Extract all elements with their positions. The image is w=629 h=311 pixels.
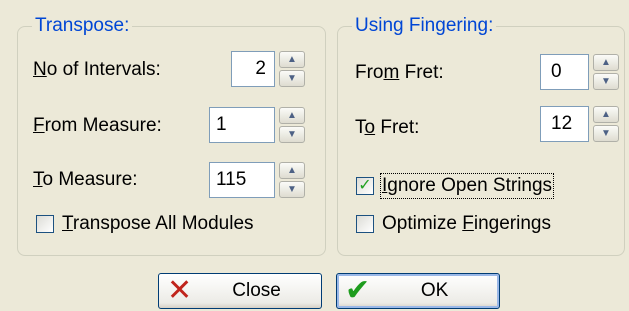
to-measure-spinner: 115 ▲ ▼: [209, 162, 305, 198]
arrow-up-icon: ▲: [287, 164, 297, 176]
optimize-fingerings-label: Optimize Fingerings: [382, 213, 551, 234]
transpose-group-title: Transpose:: [32, 14, 133, 38]
ok-button[interactable]: ✔ OK: [336, 273, 500, 309]
intervals-spinner: 2 ▲ ▼: [231, 51, 305, 87]
transpose-all-modules-checkbox[interactable]: Transpose All Modules: [36, 213, 254, 235]
from-measure-spinner: 1 ▲ ▼: [209, 107, 305, 143]
to-measure-down-button[interactable]: ▼: [279, 181, 305, 198]
from-fret-down-button[interactable]: ▼: [593, 73, 619, 90]
arrow-up-icon: ▲: [287, 109, 297, 121]
close-button-label: Close: [232, 280, 281, 301]
to-fret-input[interactable]: 12: [540, 106, 589, 142]
transpose-all-modules-label: Transpose All Modules: [62, 213, 254, 234]
intervals-down-button[interactable]: ▼: [279, 70, 305, 87]
intervals-input[interactable]: 2: [231, 51, 275, 87]
arrow-down-icon: ▼: [287, 183, 297, 195]
close-button[interactable]: ✕ Close: [158, 273, 322, 309]
to-fret-spinner: 12 ▲ ▼: [540, 106, 619, 142]
fingering-group-title: Using Fingering:: [352, 14, 497, 38]
ignore-open-strings-checkbox[interactable]: ✓ Ignore Open Strings: [356, 173, 555, 199]
close-x-icon: ✕: [167, 274, 193, 307]
from-measure-input[interactable]: 1: [209, 107, 275, 143]
from-measure-up-button[interactable]: ▲: [279, 107, 305, 124]
arrow-down-icon: ▼: [601, 75, 611, 87]
to-fret-label: To Fret:: [355, 117, 420, 138]
to-fret-up-button[interactable]: ▲: [593, 106, 619, 123]
from-fret-input[interactable]: 0: [540, 54, 589, 90]
arrow-down-icon: ▼: [287, 128, 297, 140]
to-measure-input[interactable]: 115: [209, 162, 275, 198]
checkbox-box: [356, 215, 374, 233]
from-fret-label: From Fret:: [355, 62, 444, 83]
to-measure-label: To Measure:: [33, 169, 138, 190]
optimize-fingerings-checkbox[interactable]: Optimize Fingerings: [356, 213, 551, 235]
checkbox-box: [36, 215, 54, 233]
arrow-up-icon: ▲: [601, 56, 611, 68]
arrow-up-icon: ▲: [287, 53, 297, 65]
arrow-up-icon: ▲: [601, 108, 611, 120]
from-fret-up-button[interactable]: ▲: [593, 54, 619, 71]
intervals-label: No of Intervals:: [33, 59, 161, 80]
ignore-open-strings-label: Ignore Open Strings: [379, 173, 555, 199]
arrow-down-icon: ▼: [287, 72, 297, 84]
from-measure-label: From Measure:: [33, 115, 162, 136]
to-fret-down-button[interactable]: ▼: [593, 125, 619, 142]
intervals-up-button[interactable]: ▲: [279, 51, 305, 68]
checkbox-checked-box: ✓: [356, 177, 374, 195]
checkmark-icon: ✓: [358, 177, 372, 194]
arrow-down-icon: ▼: [601, 127, 611, 139]
to-measure-up-button[interactable]: ▲: [279, 162, 305, 179]
from-fret-spinner: 0 ▲ ▼: [540, 54, 619, 90]
checkmark-icon: ✔: [345, 274, 371, 307]
from-measure-down-button[interactable]: ▼: [279, 126, 305, 143]
ok-button-label: OK: [420, 280, 449, 301]
